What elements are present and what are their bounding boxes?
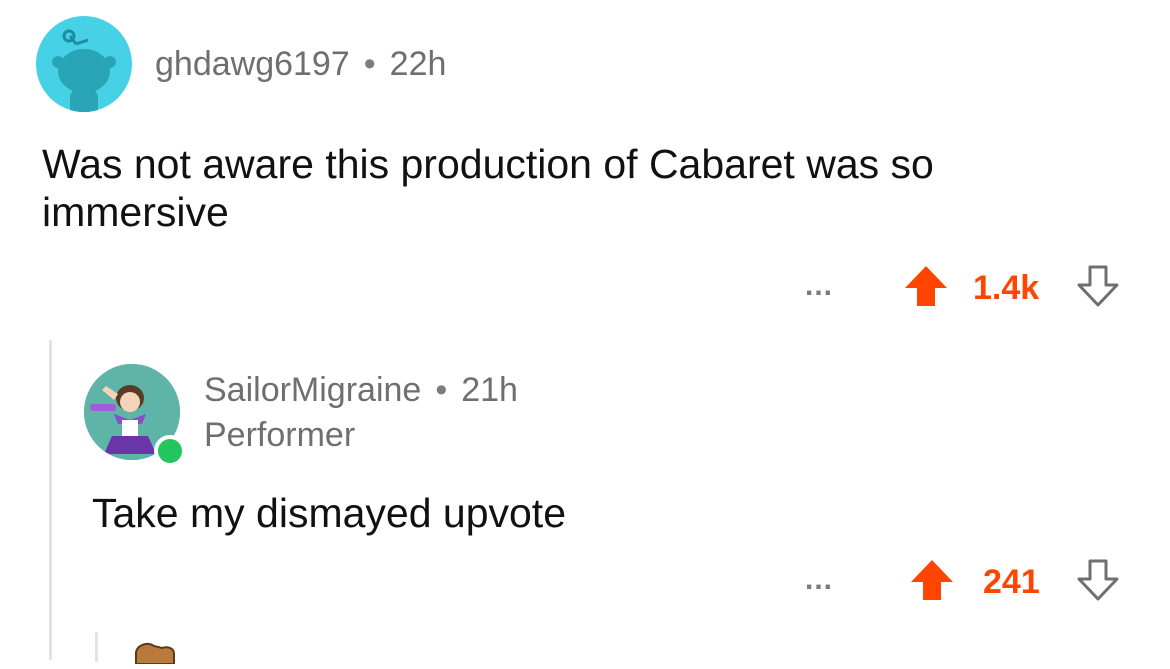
- avatar[interactable]: [128, 634, 188, 665]
- character-avatar-icon: [135, 643, 175, 665]
- vote-score: 241: [983, 563, 1040, 601]
- username[interactable]: SailorMigraine: [204, 371, 421, 409]
- more-options-button[interactable]: ...: [805, 565, 833, 595]
- username[interactable]: ghdawg6197: [155, 45, 350, 83]
- comment-age: 22h: [389, 45, 447, 83]
- thread-line[interactable]: [95, 632, 98, 662]
- upvote-icon[interactable]: [909, 558, 955, 602]
- comment-actions: ... 1.4k: [805, 262, 1125, 310]
- user-flair: Performer: [204, 416, 356, 454]
- comment-meta: ghdawg6197 • 22h: [155, 44, 446, 84]
- comment-actions: ... 241: [805, 556, 1125, 604]
- comment-age: 21h: [461, 371, 518, 409]
- thread-line[interactable]: [49, 340, 52, 660]
- downvote-icon[interactable]: [1075, 264, 1121, 308]
- comment-body: Take my dismayed upvote: [92, 490, 567, 536]
- separator-dot: •: [363, 45, 376, 83]
- avatar[interactable]: [36, 16, 132, 112]
- comment-body: Was not aware this production of Cabaret…: [42, 141, 934, 235]
- snoo-avatar-icon: [52, 29, 116, 112]
- upvote-icon[interactable]: [903, 264, 949, 308]
- online-status-indicator: [154, 435, 186, 467]
- vote-score: 1.4k: [973, 269, 1040, 307]
- more-options-button[interactable]: ...: [805, 271, 833, 301]
- separator-dot: •: [435, 371, 448, 409]
- downvote-icon[interactable]: [1075, 558, 1121, 602]
- comment-meta: SailorMigraine • 21h: [204, 370, 518, 410]
